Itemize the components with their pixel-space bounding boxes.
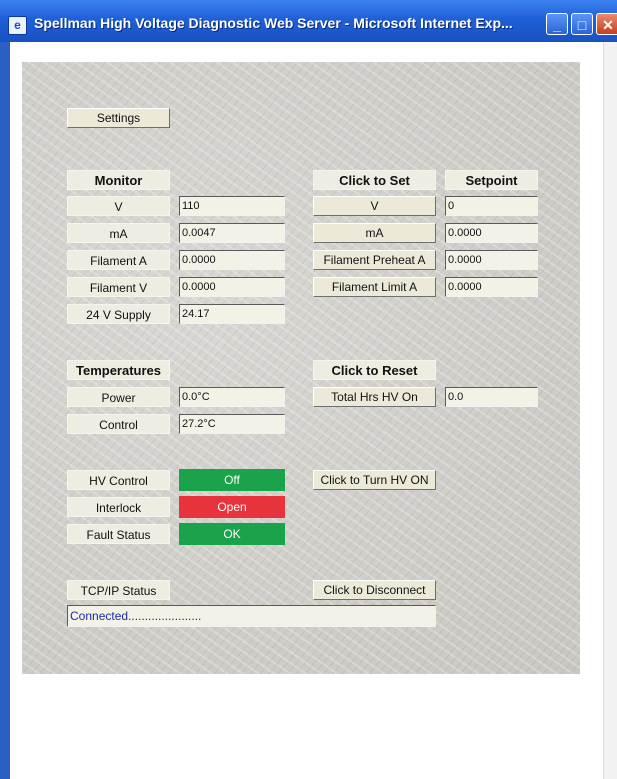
monitor-label-ma: mA [67,223,170,243]
interlock-label: Interlock [67,497,170,517]
monitor-value-ma: 0.0047 [179,223,285,243]
set-v-button[interactable]: V [313,196,436,216]
temp-value-control: 27.2°C [179,414,285,434]
setpoint-ma-field[interactable]: 0.0000 [445,223,538,243]
disconnect-button[interactable]: Click to Disconnect [313,580,436,600]
tcp-ip-status-label: TCP/IP Status [67,580,170,600]
monitor-header: Monitor [67,170,170,190]
set-filament-limit-button[interactable]: Filament Limit A [313,277,436,297]
monitor-value-24v-supply: 24.17 [179,304,285,324]
monitor-label-24v-supply: 24 V Supply [67,304,170,324]
monitor-label-filament-a: Filament A [67,250,170,270]
maximize-button[interactable]: □ [571,13,593,35]
monitor-value-filament-a: 0.0000 [179,250,285,270]
hv-control-label: HV Control [67,470,170,490]
diagnostic-panel: Settings Monitor V 110 mA 0.0047 Filamen… [22,62,580,674]
temp-label-power: Power [67,387,170,407]
window-title: Spellman High Voltage Diagnostic Web Ser… [34,15,513,31]
temperatures-header: Temperatures [67,360,170,380]
setpoint-filament-limit-field[interactable]: 0.0000 [445,277,538,297]
ie-icon: e [8,16,27,35]
reset-total-hrs-button[interactable]: Total Hrs HV On [313,387,436,407]
monitor-value-v: 110 [179,196,285,216]
title-bar: e Spellman High Voltage Diagnostic Web S… [0,0,617,42]
connection-status-field: Connected...................... [67,605,436,627]
monitor-value-filament-v: 0.0000 [179,277,285,297]
set-filament-preheat-button[interactable]: Filament Preheat A [313,250,436,270]
fault-status-indicator: OK [179,523,285,545]
setpoint-header: Setpoint [445,170,538,190]
click-to-reset-header: Click to Reset [313,360,436,380]
interlock-indicator: Open [179,496,285,518]
vertical-scrollbar[interactable] [603,42,617,779]
set-ma-button[interactable]: mA [313,223,436,243]
minimize-button[interactable]: _ [546,13,568,35]
click-to-set-header: Click to Set [313,170,436,190]
setpoint-v-field[interactable]: 0 [445,196,538,216]
monitor-label-filament-v: Filament V [67,277,170,297]
temp-label-control: Control [67,414,170,434]
fault-status-label: Fault Status [67,524,170,544]
total-hrs-hv-on-field: 0.0 [445,387,538,407]
settings-button[interactable]: Settings [67,108,170,128]
turn-hv-on-button[interactable]: Click to Turn HV ON [313,470,436,490]
setpoint-filament-preheat-field[interactable]: 0.0000 [445,250,538,270]
monitor-label-v: V [67,196,170,216]
close-button[interactable]: ✕ [596,13,617,35]
temp-value-power: 0.0°C [179,387,285,407]
hv-control-indicator: Off [179,469,285,491]
